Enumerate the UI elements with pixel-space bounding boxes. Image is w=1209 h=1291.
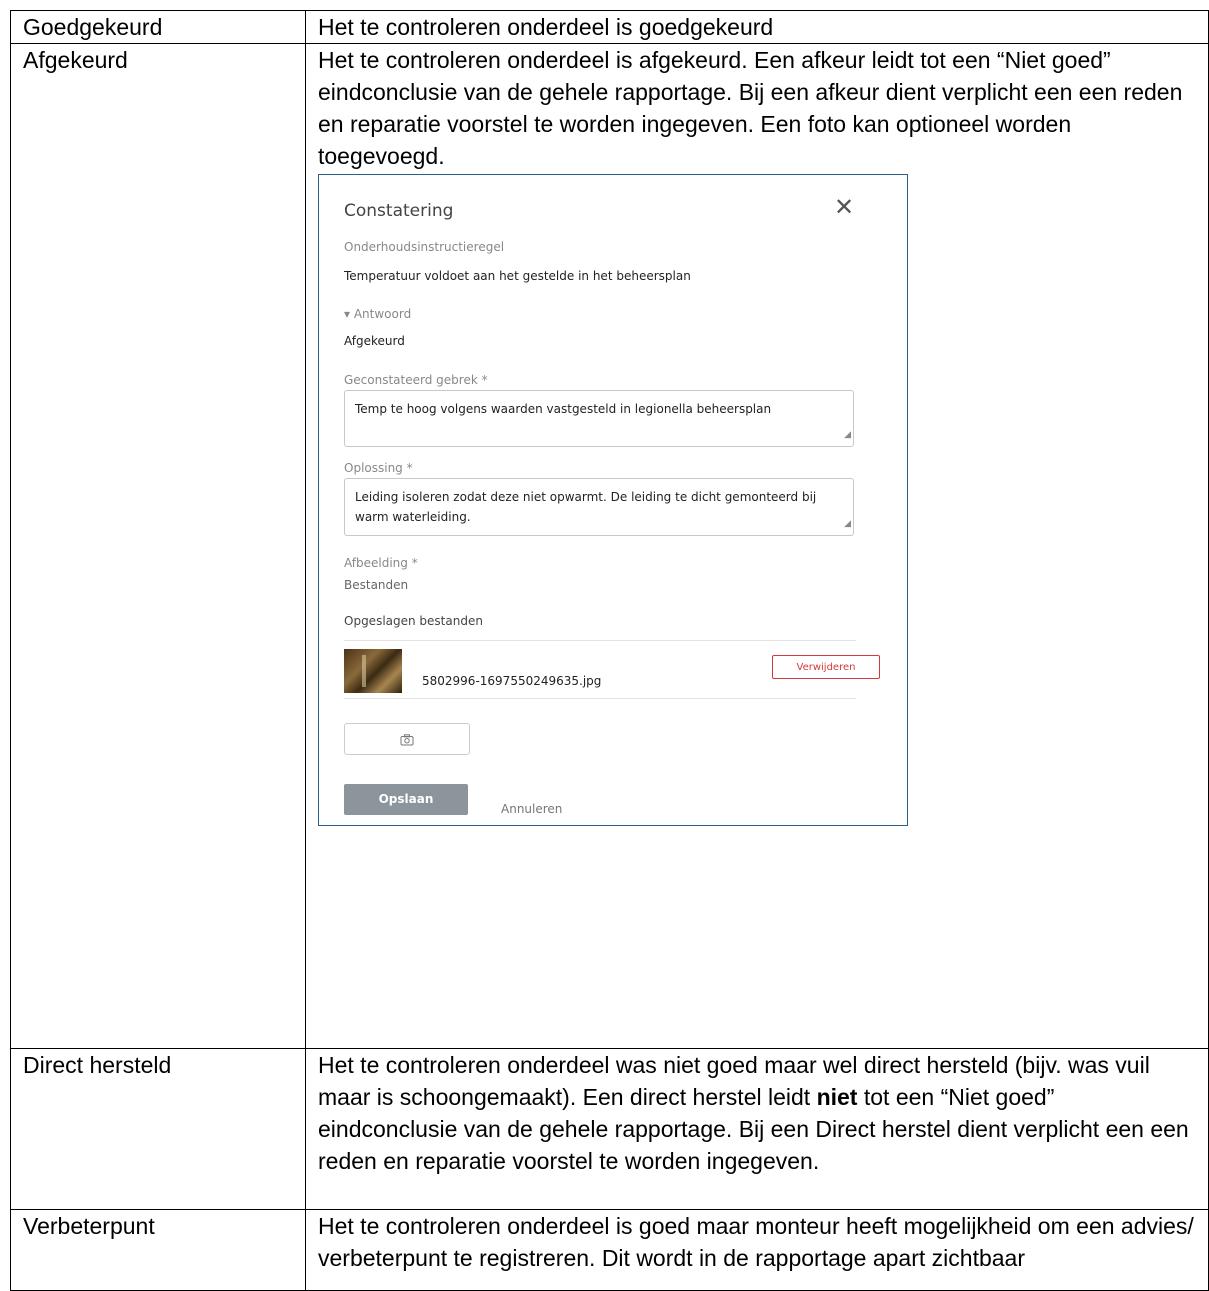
- solution-text: Leiding isoleren zodat deze niet opwarmt…: [355, 490, 817, 524]
- solution-textarea[interactable]: Leiding isoleren zodat deze niet opwarmt…: [344, 478, 854, 536]
- resize-grip-icon[interactable]: ◢: [844, 514, 851, 534]
- files-label: Bestanden: [344, 578, 409, 592]
- emphasis-text: niet: [816, 1084, 858, 1110]
- defect-label: Geconstateerd gebrek *: [344, 373, 488, 387]
- status-cell: Verbeterpunt: [10, 1209, 306, 1291]
- description-cell: Het te controleren onderdeel is goed maa…: [305, 1209, 1209, 1291]
- status-table: Goedgekeurd Het te controleren onderdeel…: [10, 10, 1209, 1291]
- delete-button[interactable]: Verwijderen: [772, 655, 880, 679]
- camera-button[interactable]: [344, 723, 470, 755]
- saved-files-label: Opgeslagen bestanden: [344, 614, 483, 628]
- status-cell: Goedgekeurd: [10, 10, 306, 44]
- divider: [344, 640, 856, 641]
- description-cell: Het te controleren onderdeel was niet go…: [305, 1048, 1209, 1210]
- save-button[interactable]: Opslaan: [344, 784, 468, 815]
- answer-value: Afgekeurd: [344, 334, 405, 348]
- file-thumbnail[interactable]: [344, 649, 402, 693]
- description-cell: Het te controleren onderdeel is afgekeur…: [305, 43, 1209, 1049]
- table-row: Goedgekeurd Het te controleren onderdeel…: [10, 10, 1209, 44]
- defect-textarea[interactable]: Temp te hoog volgens waarden vastgesteld…: [344, 390, 854, 447]
- instruction-label: Onderhoudsinstructieregel: [344, 240, 505, 254]
- table-row: Direct hersteld Het te controleren onder…: [10, 1048, 1209, 1210]
- defect-text: Temp te hoog volgens waarden vastgesteld…: [355, 402, 772, 416]
- dialog-title: Constatering: [344, 201, 454, 221]
- status-cell: Afgekeurd: [10, 43, 306, 1049]
- description-cell: Het te controleren onderdeel is goedgeke…: [305, 10, 1209, 44]
- close-icon[interactable]: ✕: [834, 191, 854, 223]
- image-label: Afbeelding *: [344, 556, 418, 570]
- constatering-dialog: Constatering ✕ Onderhoudsinstructieregel…: [318, 174, 908, 826]
- answer-toggle[interactable]: ▾ Antwoord: [344, 307, 411, 322]
- file-name: 5802996-1697550249635.jpg: [422, 674, 602, 688]
- divider: [344, 698, 856, 699]
- solution-label: Oplossing *: [344, 461, 413, 475]
- description-text: Het te controleren onderdeel is afgekeur…: [318, 47, 1183, 169]
- table-row: Verbeterpunt Het te controleren onderdee…: [10, 1209, 1209, 1291]
- camera-icon: [400, 732, 414, 747]
- instruction-value: Temperatuur voldoet aan het gestelde in …: [344, 269, 691, 283]
- resize-grip-icon[interactable]: ◢: [844, 425, 851, 445]
- status-cell: Direct hersteld: [10, 1048, 306, 1210]
- cancel-button[interactable]: Annuleren: [501, 793, 562, 825]
- table-row: Afgekeurd Het te controleren onderdeel i…: [10, 43, 1209, 1049]
